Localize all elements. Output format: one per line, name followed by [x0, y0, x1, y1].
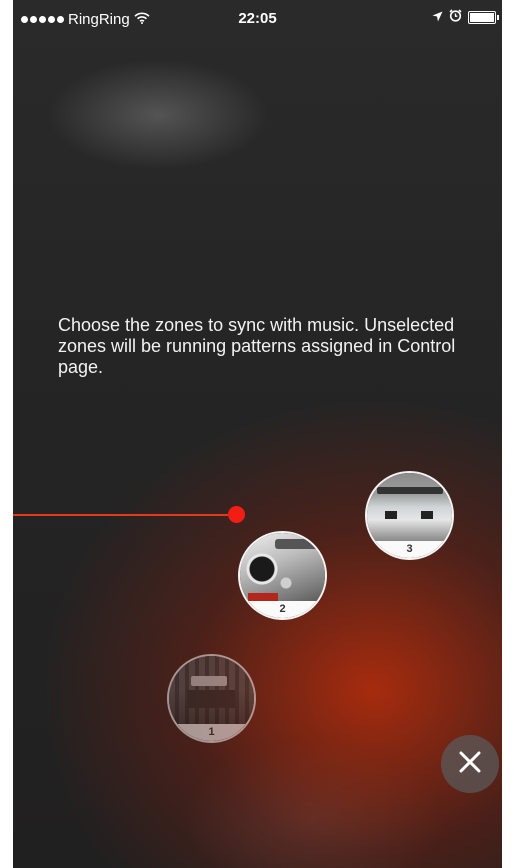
close-icon	[458, 750, 482, 779]
location-arrow-icon	[432, 9, 443, 26]
pointer-line	[13, 514, 238, 516]
zone-3-number: 3	[367, 541, 452, 558]
status-bar: RingRing 22:05	[13, 0, 502, 40]
app-screen: RingRing 22:05 Choose the zones to sync …	[13, 0, 502, 868]
alarm-clock-icon	[449, 9, 462, 26]
close-button[interactable]	[441, 735, 499, 793]
battery-icon	[468, 11, 499, 24]
instruction-text: Choose the zones to sync with music. Uns…	[58, 315, 456, 377]
zone-3-button[interactable]: 3	[365, 471, 454, 560]
pointer-dot	[228, 506, 245, 523]
status-right	[432, 9, 499, 26]
zone-2-button[interactable]: 2	[238, 531, 327, 620]
zone-2-number: 2	[240, 601, 325, 618]
zone-1-number: 1	[169, 724, 254, 741]
zone-1-button[interactable]: 1	[167, 654, 256, 743]
status-time: 22:05	[238, 10, 277, 27]
